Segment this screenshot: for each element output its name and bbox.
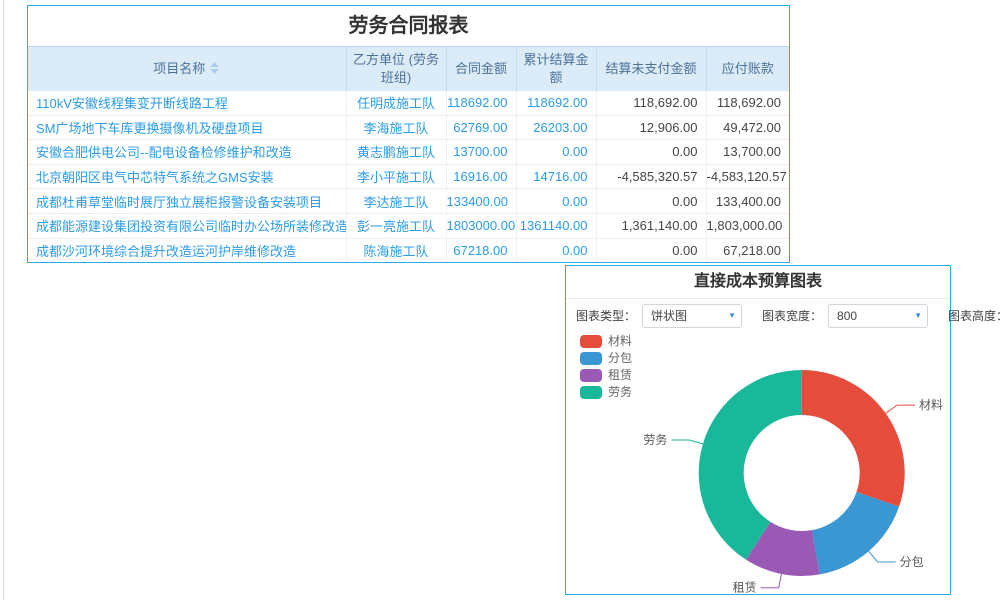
unpaid-amount-cell: 0.00 — [596, 189, 706, 214]
unpaid-amount-cell: 0.00 — [596, 140, 706, 165]
chart-width-select[interactable]: 800 ▼ — [828, 304, 928, 328]
col-header-unpaid-amount: 结算未支付金额 — [596, 47, 706, 92]
chart-type-label: 图表类型： — [576, 307, 636, 324]
settled-amount-cell[interactable]: 14716.00 — [516, 164, 596, 189]
settled-amount-cell[interactable]: 118692.00 — [516, 91, 596, 115]
settled-amount-cell[interactable]: 1361140.00 — [516, 213, 596, 238]
team-cell: 任明成施工队 — [346, 91, 446, 115]
settled-amount-cell[interactable]: 26203.00 — [516, 115, 596, 140]
payable-cell: 67,218.00 — [706, 238, 789, 262]
report-title: 劳务合同报表 — [28, 6, 789, 46]
table-row: 安徽合肥供电公司--配电设备检修维护和改造 黄志鹏施工队 13700.00 0.… — [28, 140, 789, 165]
table-row: 北京朝阳区电气中芯特气系统之GMS安装 李小平施工队 16916.00 1471… — [28, 164, 789, 189]
contract-amount-cell[interactable]: 62769.00 — [446, 115, 516, 140]
chart-height-label: 图表高度： — [948, 307, 1000, 324]
unpaid-amount-cell: 0.00 — [596, 238, 706, 262]
label-leader-line — [671, 440, 703, 444]
team-cell: 李小平施工队 — [346, 164, 446, 189]
unpaid-amount-cell: 118,692.00 — [596, 91, 706, 115]
payable-cell: 1,803,000.00 — [706, 213, 789, 238]
contract-amount-cell[interactable]: 13700.00 — [446, 140, 516, 165]
label-leader-line — [761, 573, 782, 588]
label-leader-line — [885, 405, 915, 414]
project-link[interactable]: 成都杜甫草堂临时展厅独立展柜报警设备安装项目 — [36, 195, 322, 210]
settled-amount-cell[interactable]: 0.00 — [516, 189, 596, 214]
project-link[interactable]: SM广场地下车库更换摄像机及硬盘项目 — [36, 121, 264, 136]
chart-width-group: 图表宽度： 800 ▼ — [762, 304, 928, 328]
chart-title: 直接成本预算图表 — [566, 266, 950, 299]
payable-cell: 133,400.00 — [706, 189, 789, 214]
col-header-payable: 应付账款 — [706, 47, 789, 92]
contract-amount-cell[interactable]: 118692.00 — [446, 91, 516, 115]
sort-icon[interactable] — [209, 61, 220, 79]
chart-controls: 图表类型： 饼状图 ▼ 图表宽度： 800 ▼ 图表高度： 500 ▼ — [566, 299, 950, 332]
chart-height-group: 图表高度： 500 ▼ — [948, 304, 1000, 328]
chart-type-value: 饼状图 — [651, 309, 687, 323]
labor-contract-report-panel: 劳务合同报表 项目名称 乙方单位 (劳务班组) 合同金额 累计结算金额 结算未支… — [27, 5, 790, 263]
cost-budget-chart-panel: 直接成本预算图表 图表类型： 饼状图 ▼ 图表宽度： 800 ▼ 图表高度： 5… — [565, 265, 951, 595]
contract-amount-cell[interactable]: 1803000.00 — [446, 213, 516, 238]
contract-amount-cell[interactable]: 67218.00 — [446, 238, 516, 262]
team-cell: 李海施工队 — [346, 115, 446, 140]
report-table: 项目名称 乙方单位 (劳务班组) 合同金额 累计结算金额 结算未支付金额 应付账… — [28, 46, 789, 262]
col-header-contract-amount: 合同金额 — [446, 47, 516, 92]
project-link[interactable]: 成都沙河环境综合提升改造运河护岸维修改造 — [36, 244, 296, 259]
team-cell: 黄志鹏施工队 — [346, 140, 446, 165]
table-row: 成都杜甫草堂临时展厅独立展柜报警设备安装项目 李达施工队 133400.00 0… — [28, 189, 789, 214]
contract-amount-cell[interactable]: 133400.00 — [446, 189, 516, 214]
slice-label: 材料 — [919, 398, 943, 412]
col-header-project-label: 项目名称 — [153, 61, 205, 76]
report-table-body: 110kV安徽线程集变开断线路工程 任明成施工队 118692.00 11869… — [28, 91, 789, 262]
project-link[interactable]: 北京朝阳区电气中芯特气系统之GMS安装 — [36, 170, 274, 185]
payable-cell: 13,700.00 — [706, 140, 789, 165]
label-leader-line — [868, 551, 896, 562]
team-cell: 陈海施工队 — [346, 238, 446, 262]
team-cell: 李达施工队 — [346, 189, 446, 214]
table-row: 110kV安徽线程集变开断线路工程 任明成施工队 118692.00 11869… — [28, 91, 789, 115]
payable-cell: 49,472.00 — [706, 115, 789, 140]
chevron-down-icon: ▼ — [728, 305, 736, 327]
unpaid-amount-cell: -4,585,320.57 — [596, 164, 706, 189]
chart-area: 材料分包租赁 劳务 材料分包租赁 劳务 — [566, 332, 950, 595]
project-link[interactable]: 110kV安徽线程集变开断线路工程 — [36, 96, 228, 111]
chart-type-group: 图表类型： 饼状图 ▼ — [576, 304, 742, 328]
window-edge — [3, 0, 4, 600]
col-header-settled-amount: 累计结算金额 — [516, 47, 596, 92]
contract-amount-cell[interactable]: 16916.00 — [446, 164, 516, 189]
chevron-down-icon: ▼ — [914, 305, 922, 327]
unpaid-amount-cell: 1,361,140.00 — [596, 213, 706, 238]
unpaid-amount-cell: 12,906.00 — [596, 115, 706, 140]
project-link[interactable]: 成都能源建设集团投资有限公司临时办公场所装修改造工程EPC — [36, 219, 346, 234]
project-link[interactable]: 安徽合肥供电公司--配电设备检修维护和改造 — [36, 145, 292, 160]
settled-amount-cell[interactable]: 0.00 — [516, 140, 596, 165]
table-row: 成都沙河环境综合提升改造运河护岸维修改造 陈海施工队 67218.00 0.00… — [28, 238, 789, 262]
settled-amount-cell[interactable]: 0.00 — [516, 238, 596, 262]
table-row: SM广场地下车库更换摄像机及硬盘项目 李海施工队 62769.00 26203.… — [28, 115, 789, 140]
donut-chart: 材料分包租赁 劳务 — [566, 332, 950, 594]
pie-slice-0[interactable] — [802, 370, 905, 507]
table-row: 成都能源建设集团投资有限公司临时办公场所装修改造工程EPC 彭一亮施工队 180… — [28, 213, 789, 238]
slice-label: 分包 — [900, 555, 924, 569]
payable-cell: -4,583,120.57 — [706, 164, 789, 189]
team-cell: 彭一亮施工队 — [346, 213, 446, 238]
chart-width-value: 800 — [837, 309, 857, 323]
chart-width-label: 图表宽度： — [762, 307, 822, 324]
col-header-project[interactable]: 项目名称 — [28, 47, 346, 92]
col-header-team: 乙方单位 (劳务班组) — [346, 47, 446, 92]
chart-type-select[interactable]: 饼状图 ▼ — [642, 304, 742, 328]
payable-cell: 118,692.00 — [706, 91, 789, 115]
slice-label: 租赁 — [733, 581, 757, 594]
table-header-row: 项目名称 乙方单位 (劳务班组) 合同金额 累计结算金额 结算未支付金额 应付账… — [28, 47, 789, 92]
slice-label: 劳务 — [643, 432, 667, 447]
